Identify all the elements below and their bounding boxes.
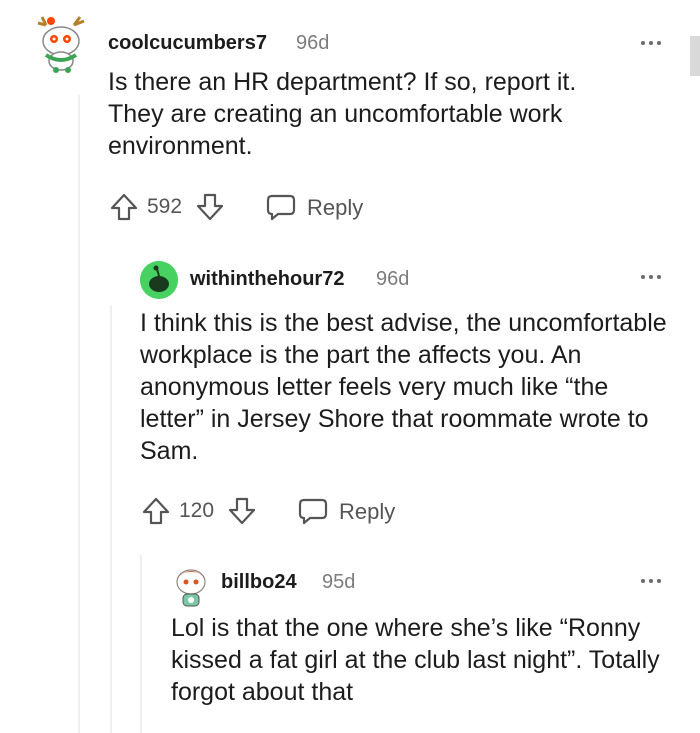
more-options-icon[interactable] [641, 576, 665, 586]
comment: withinthehour72 96d I think this is the … [0, 240, 700, 540]
comment-body: Is there an HR department? If so, report… [108, 68, 577, 160]
downvote-icon[interactable] [194, 191, 226, 223]
reply-button[interactable]: Reply [307, 195, 363, 221]
comment-actions: 120 Reply [140, 495, 440, 527]
upvote-icon[interactable] [140, 495, 172, 527]
comment-body: Lol is that the one where she’s like “Ro… [171, 614, 660, 706]
comment-actions: 592 Reply [108, 191, 408, 223]
more-options-icon[interactable] [641, 272, 665, 282]
avatar-snoo-icon [140, 261, 178, 299]
more-options-icon[interactable] [641, 38, 665, 48]
comment-body: I think this is the best advise, the unc… [140, 309, 667, 465]
comment-age[interactable]: 96d [376, 268, 409, 291]
upvote-icon[interactable] [108, 191, 140, 223]
username[interactable]: withinthehour72 [190, 268, 344, 291]
avatar[interactable] [34, 15, 90, 73]
comment-bubble-icon[interactable] [266, 192, 296, 222]
comment-age[interactable]: 95d [322, 571, 355, 594]
comment: coolcucumbers7 96d Is there an HR depart… [0, 0, 700, 240]
vote-score: 120 [179, 499, 215, 522]
reply-button[interactable]: Reply [339, 499, 395, 525]
comment-age[interactable]: 96d [296, 32, 329, 55]
avatar[interactable] [171, 566, 211, 608]
vote-score: 592 [147, 195, 183, 218]
username[interactable]: coolcucumbers7 [108, 32, 267, 55]
username[interactable]: billbo24 [221, 571, 297, 594]
comment-bubble-icon[interactable] [298, 496, 328, 526]
downvote-icon[interactable] [226, 495, 258, 527]
comment: billbo24 95d Lol is that the one where s… [0, 550, 700, 733]
avatar-snoo-icon [176, 569, 206, 607]
avatar[interactable] [140, 261, 178, 299]
avatar-snoo-icon [37, 16, 85, 73]
